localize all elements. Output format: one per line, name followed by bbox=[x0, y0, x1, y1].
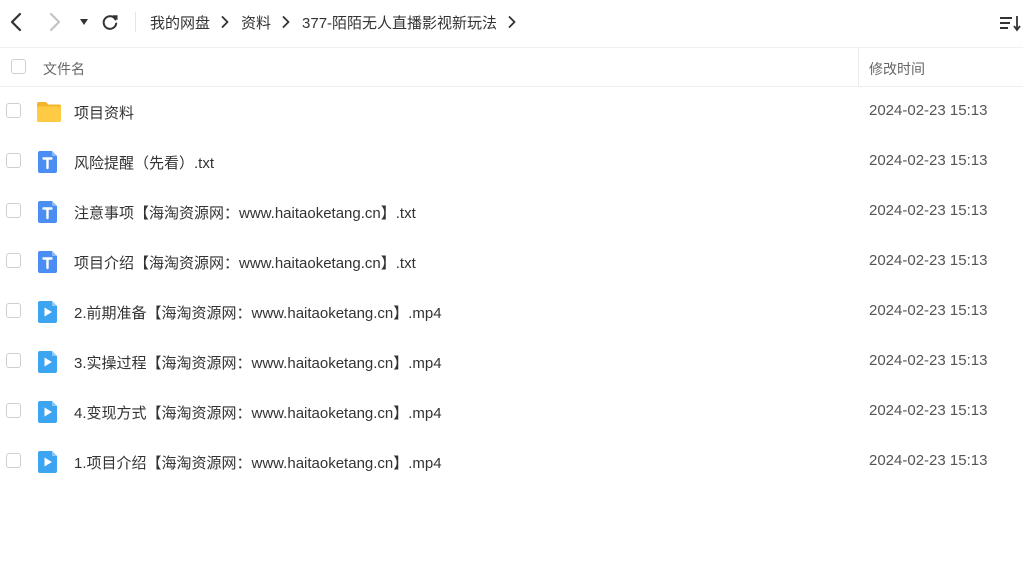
chevron-right-icon bbox=[49, 12, 61, 32]
video-file-icon bbox=[36, 400, 60, 424]
breadcrumb: 我的网盘 资料 377-陌陌无人直播影视新玩法 bbox=[150, 12, 528, 32]
file-row[interactable]: 3.实操过程【海淘资源网：www.haitaoketang.cn】.mp4 202… bbox=[0, 336, 1023, 386]
row-checkbox[interactable] bbox=[6, 203, 21, 218]
file-name[interactable]: 1.项目介绍【海淘资源网：www.haitaoketang.cn】.mp4 bbox=[74, 452, 442, 473]
row-checkbox[interactable] bbox=[6, 103, 21, 118]
toolbar: 我的网盘 资料 377-陌陌无人直播影视新玩法 bbox=[0, 0, 1023, 46]
row-checkbox[interactable] bbox=[6, 153, 21, 168]
file-row[interactable]: 项目资料 2024-02-23 15:13 bbox=[0, 86, 1023, 136]
chevron-right-icon bbox=[508, 16, 516, 28]
text-file-icon bbox=[36, 200, 60, 224]
text-file-icon bbox=[36, 150, 60, 174]
modified-time: 2024-02-23 15:13 bbox=[869, 152, 988, 169]
row-checkbox[interactable] bbox=[6, 253, 21, 268]
column-header-modified-time[interactable]: 修改时间 bbox=[869, 59, 925, 79]
file-name[interactable]: 3.实操过程【海淘资源网：www.haitaoketang.cn】.mp4 bbox=[74, 352, 442, 373]
back-button[interactable] bbox=[5, 11, 27, 33]
column-header-name[interactable]: 文件名 bbox=[43, 59, 85, 79]
row-checkbox[interactable] bbox=[6, 353, 21, 368]
column-divider[interactable] bbox=[858, 48, 859, 86]
row-checkbox[interactable] bbox=[6, 403, 21, 418]
modified-time: 2024-02-23 15:13 bbox=[869, 352, 988, 369]
row-checkbox[interactable] bbox=[6, 303, 21, 318]
file-name[interactable]: 4.变现方式【海淘资源网：www.haitaoketang.cn】.mp4 bbox=[74, 402, 442, 423]
modified-time: 2024-02-23 15:13 bbox=[869, 102, 988, 119]
file-row[interactable]: 4.变现方式【海淘资源网：www.haitaoketang.cn】.mp4 202… bbox=[0, 386, 1023, 436]
file-name[interactable]: 2.前期准备【海淘资源网：www.haitaoketang.cn】.mp4 bbox=[74, 302, 442, 323]
file-name[interactable]: 注意事项【海淘资源网：www.haitaoketang.cn】.txt bbox=[74, 202, 416, 223]
video-file-icon bbox=[36, 300, 60, 324]
forward-button[interactable] bbox=[44, 11, 66, 33]
folder-icon bbox=[36, 100, 61, 124]
video-file-icon bbox=[36, 450, 60, 474]
chevron-left-icon bbox=[10, 12, 22, 32]
chevron-right-icon bbox=[282, 16, 290, 28]
history-dropdown-button[interactable] bbox=[73, 11, 95, 33]
file-row[interactable]: 注意事项【海淘资源网：www.haitaoketang.cn】.txt 2024-… bbox=[0, 186, 1023, 236]
breadcrumb-item-current[interactable]: 377-陌陌无人直播影视新玩法 bbox=[302, 12, 497, 33]
sort-icon bbox=[1000, 16, 1021, 32]
modified-time: 2024-02-23 15:13 bbox=[869, 302, 988, 319]
breadcrumb-item-root[interactable]: 我的网盘 bbox=[150, 12, 210, 33]
modified-time: 2024-02-23 15:13 bbox=[869, 452, 988, 469]
list-header: 文件名 修改时间 bbox=[0, 47, 1023, 87]
breadcrumb-item-materials[interactable]: 资料 bbox=[241, 12, 271, 33]
file-row[interactable]: 风险提醒（先看）.txt 2024-02-23 15:13 bbox=[0, 136, 1023, 186]
file-row[interactable]: 1.项目介绍【海淘资源网：www.haitaoketang.cn】.mp4 202… bbox=[0, 436, 1023, 486]
row-checkbox[interactable] bbox=[6, 453, 21, 468]
select-all-checkbox[interactable] bbox=[11, 59, 26, 74]
file-row[interactable]: 项目介绍【海淘资源网：www.haitaoketang.cn】.txt 2024-… bbox=[0, 236, 1023, 286]
toolbar-divider bbox=[135, 12, 136, 32]
file-name[interactable]: 风险提醒（先看）.txt bbox=[74, 152, 214, 173]
caret-down-icon bbox=[80, 19, 88, 25]
video-file-icon bbox=[36, 350, 60, 374]
refresh-icon bbox=[102, 15, 118, 30]
file-name[interactable]: 项目资料 bbox=[74, 102, 134, 123]
file-name[interactable]: 项目介绍【海淘资源网：www.haitaoketang.cn】.txt bbox=[74, 252, 416, 273]
file-row[interactable]: 2.前期准备【海淘资源网：www.haitaoketang.cn】.mp4 202… bbox=[0, 286, 1023, 336]
chevron-right-icon bbox=[221, 16, 229, 28]
modified-time: 2024-02-23 15:13 bbox=[869, 252, 988, 269]
refresh-button[interactable] bbox=[99, 11, 121, 33]
text-file-icon bbox=[36, 250, 60, 274]
sort-button[interactable] bbox=[998, 12, 1022, 34]
modified-time: 2024-02-23 15:13 bbox=[869, 402, 988, 419]
modified-time: 2024-02-23 15:13 bbox=[869, 202, 988, 219]
